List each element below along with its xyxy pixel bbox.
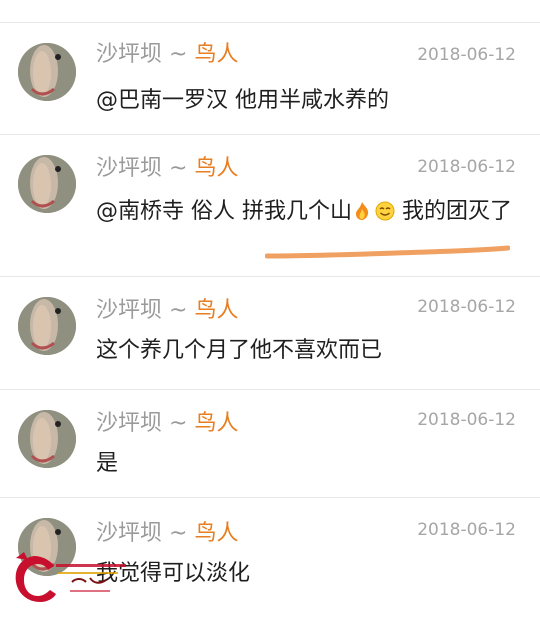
- comment-author[interactable]: 沙坪坝 ~ 鸟人: [96, 155, 238, 183]
- shoebill-avatar-icon: [18, 297, 76, 355]
- author-name: 沙坪坝: [96, 156, 163, 181]
- comment-text: 我觉得可以淡化: [96, 561, 251, 586]
- comment-item: 沙坪坝 ~ 鸟人 2018-06-12 是: [0, 390, 540, 498]
- comment-author[interactable]: 沙坪坝 ~ 鸟人: [96, 520, 238, 548]
- author-badge: 鸟人: [194, 156, 239, 181]
- avatar[interactable]: [18, 410, 76, 468]
- comment-item: 沙坪坝 ~ 鸟人 2018-06-12 这个养几个月了他不喜欢而已: [0, 277, 540, 390]
- author-name: 沙坪坝: [96, 42, 163, 67]
- shoebill-avatar-icon: [18, 155, 76, 213]
- comment-text-part1: @南桥寺 俗人 拼我几个山: [96, 199, 352, 224]
- shoebill-avatar-icon: [18, 43, 76, 101]
- author-badge: 鸟人: [194, 42, 239, 67]
- author-separator: ~: [169, 156, 188, 181]
- author-badge: 鸟人: [194, 411, 239, 436]
- author-badge: 鸟人: [194, 298, 239, 323]
- comment-text: 这个养几个月了他不喜欢而已: [96, 338, 383, 363]
- comment-time: 2018-06-12: [417, 520, 516, 540]
- comment-author[interactable]: 沙坪坝 ~ 鸟人: [96, 297, 238, 325]
- author-separator: ~: [169, 42, 188, 67]
- author-name: 沙坪坝: [96, 521, 163, 546]
- watermark-logo: [15, 552, 126, 602]
- hand-drawn-underline: [265, 245, 510, 259]
- fire-emoji-icon: [356, 202, 369, 220]
- comment-time: 2018-06-12: [417, 45, 516, 65]
- comment-text: @巴南一罗汉 他用半咸水养的: [96, 88, 389, 113]
- author-separator: ~: [169, 411, 188, 436]
- comment-author[interactable]: 沙坪坝 ~ 鸟人: [96, 41, 238, 69]
- author-name: 沙坪坝: [96, 298, 163, 323]
- comment-time: 2018-06-12: [417, 297, 516, 317]
- author-name: 沙坪坝: [96, 411, 163, 436]
- comment-item: 沙坪坝 ~ 鸟人 2018-06-12 @巴南一罗汉 他用半咸水养的: [0, 23, 540, 135]
- comment-time: 2018-06-12: [417, 410, 516, 430]
- comment-time: 2018-06-12: [417, 157, 516, 177]
- avatar[interactable]: [18, 297, 76, 355]
- avatar[interactable]: [18, 155, 76, 213]
- comment-text: 是: [96, 451, 119, 476]
- smile-emoji-icon: [375, 201, 395, 221]
- author-badge: 鸟人: [194, 521, 239, 546]
- comment-text-part2: 我的团灭了: [395, 199, 512, 224]
- comment-text: @南桥寺 俗人 拼我几个山 我的团灭了: [96, 196, 516, 228]
- shoebill-avatar-icon: [18, 410, 76, 468]
- author-separator: ~: [169, 298, 188, 323]
- avatar[interactable]: [18, 43, 76, 101]
- author-separator: ~: [169, 521, 188, 546]
- comment-author[interactable]: 沙坪坝 ~ 鸟人: [96, 410, 238, 438]
